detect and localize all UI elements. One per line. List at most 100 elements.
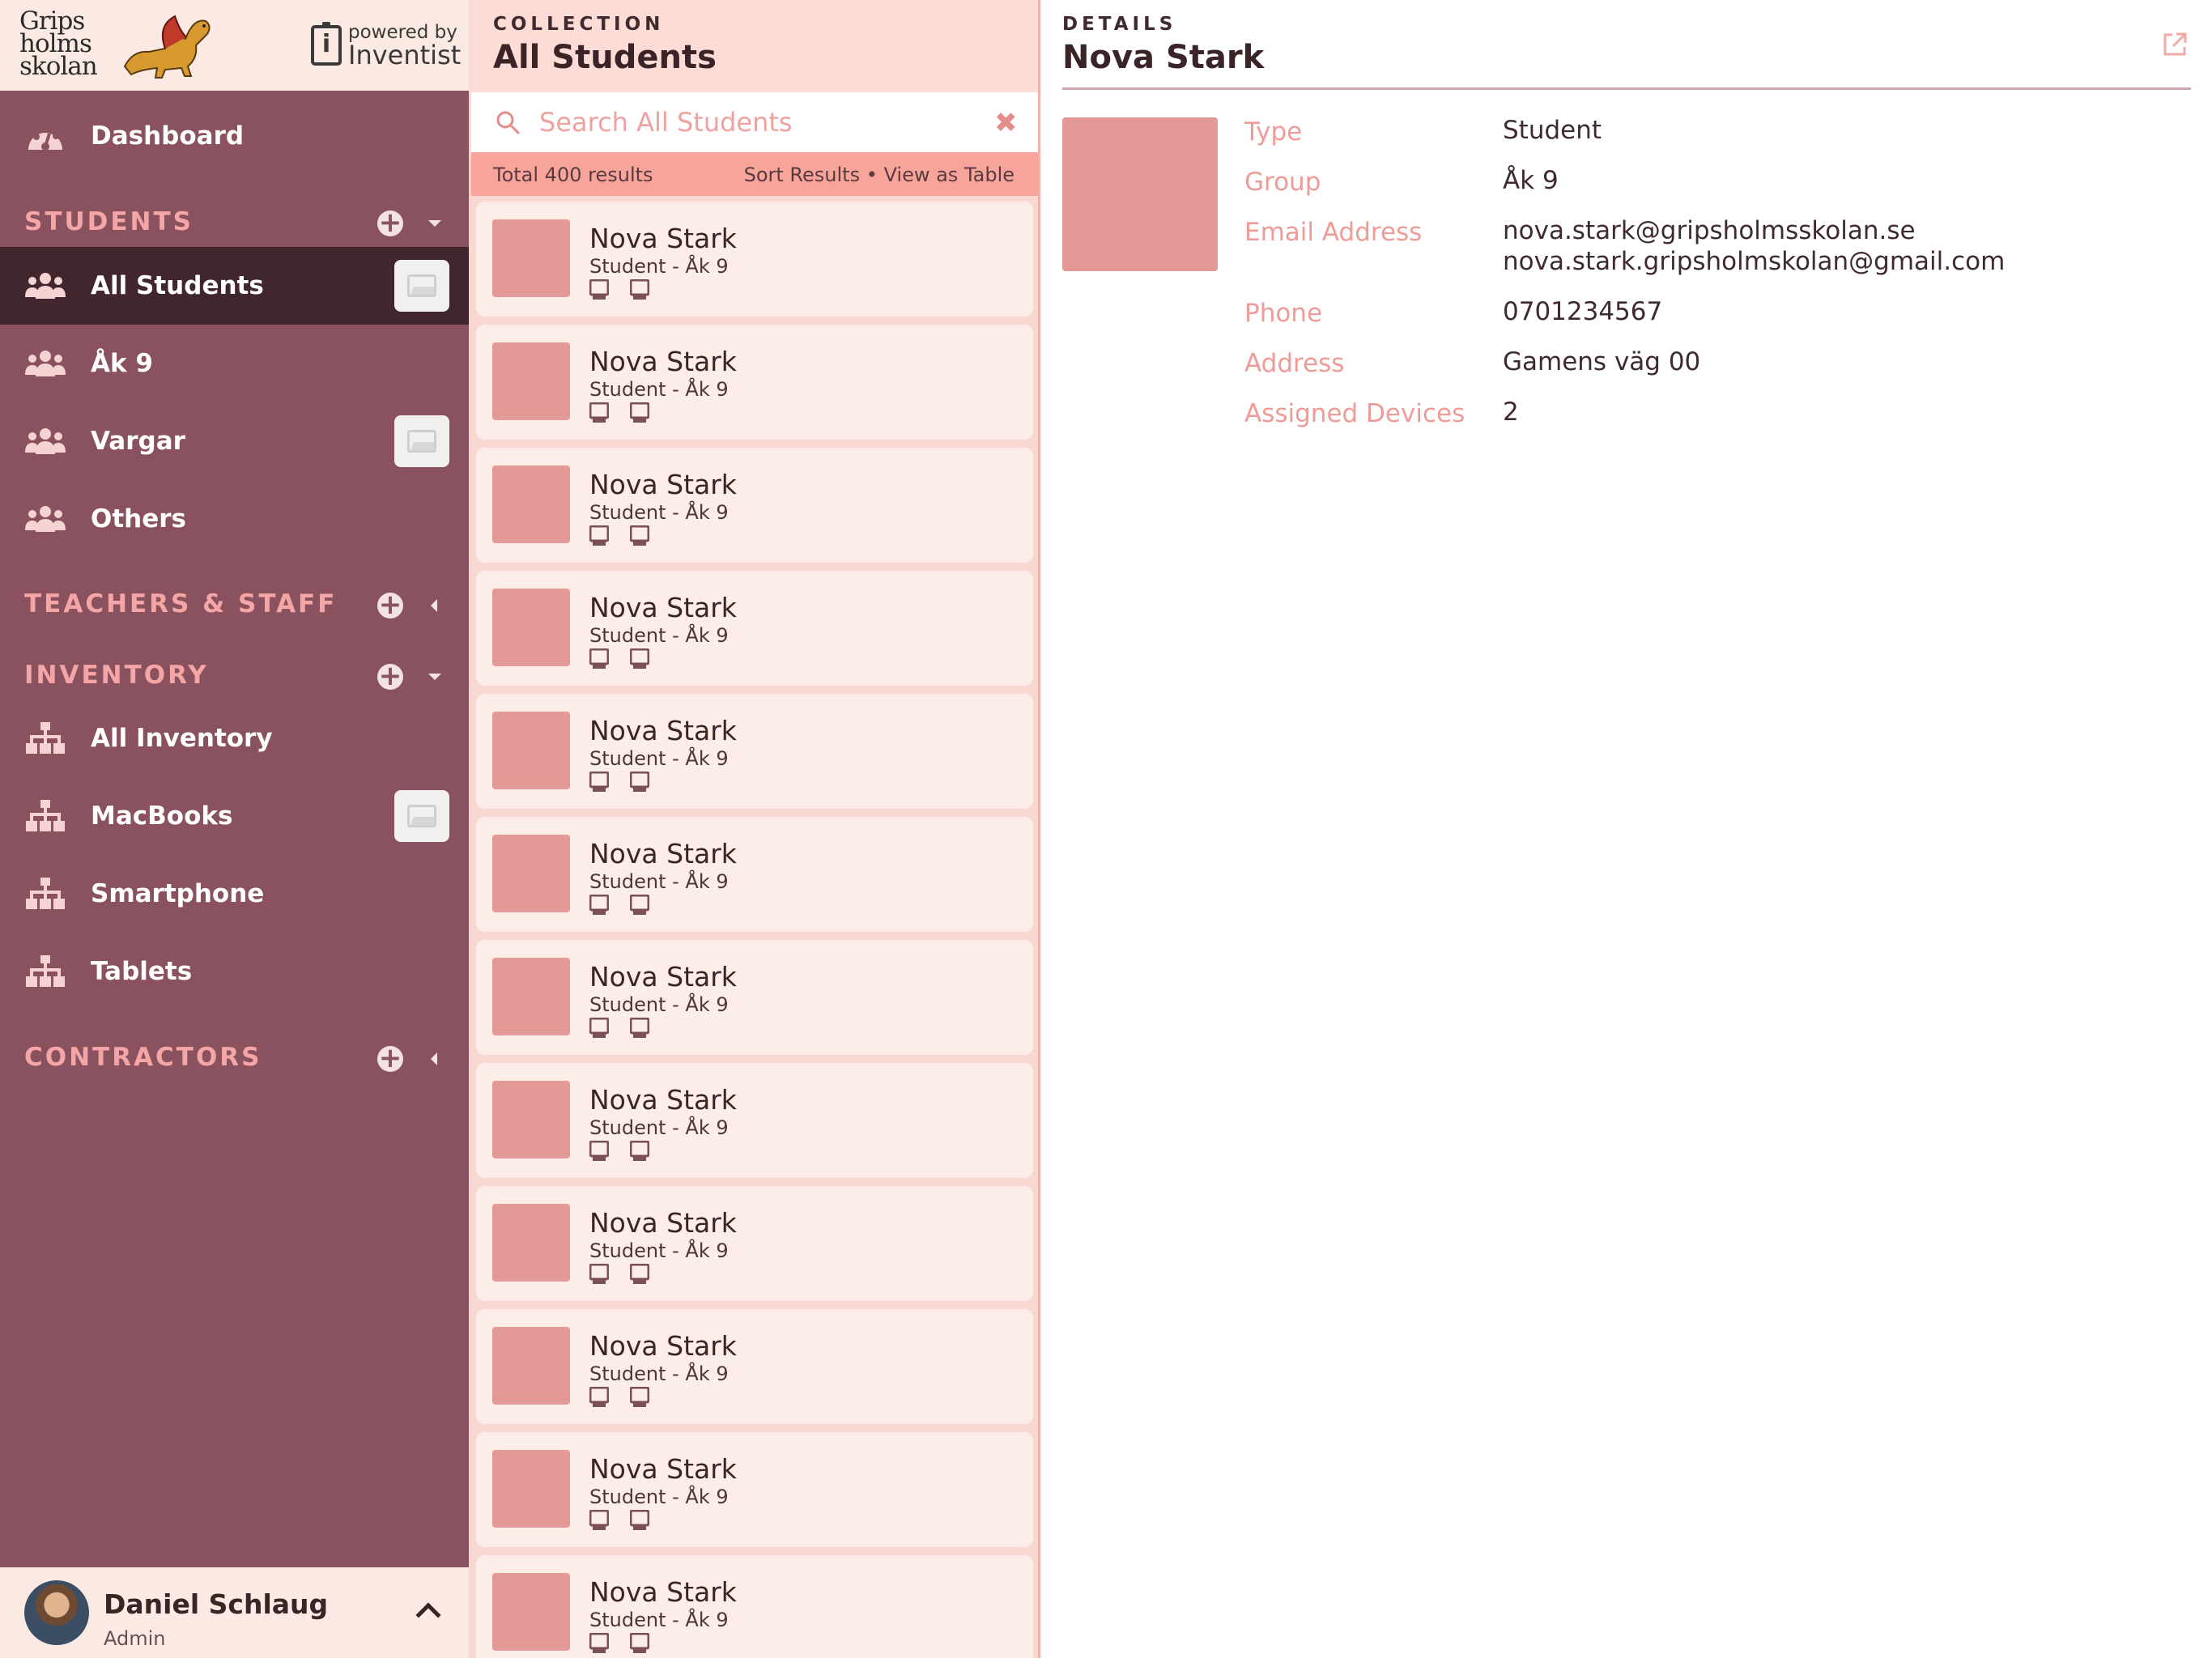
student-name: Nova Stark bbox=[589, 961, 737, 993]
field-type-value: Student bbox=[1503, 116, 1602, 145]
section-inventory[interactable]: INVENTORY + bbox=[0, 653, 469, 701]
details-panel: DETAILS Nova Stark Type Student Group Åk… bbox=[1040, 0, 2212, 1658]
list-item[interactable]: Nova Stark Student - Åk 9 bbox=[476, 1555, 1033, 1658]
device-icon bbox=[589, 1263, 610, 1285]
sidebar-item-all-students[interactable]: All Students bbox=[0, 247, 469, 325]
sidebar-item-smartphone[interactable]: Smartphone bbox=[0, 855, 469, 933]
sitemap-icon bbox=[24, 878, 66, 910]
student-photo bbox=[1062, 117, 1218, 271]
close-icon[interactable]: ✖ bbox=[994, 107, 1018, 139]
list-item[interactable]: Nova Stark Student - Åk 9 bbox=[476, 1309, 1033, 1424]
list-item[interactable]: Nova Stark Student - Åk 9 bbox=[476, 202, 1033, 317]
view-as-table-link[interactable]: View as Table bbox=[884, 164, 1015, 186]
expand-caret-icon[interactable] bbox=[431, 1052, 437, 1065]
device-icon bbox=[589, 894, 610, 916]
section-inventory-label: INVENTORY bbox=[24, 661, 209, 690]
field-email-label: Email Address bbox=[1244, 218, 1423, 247]
student-photo bbox=[492, 1081, 570, 1158]
device-icon bbox=[629, 771, 650, 793]
search-input[interactable] bbox=[539, 104, 960, 141]
user-menu[interactable]: Daniel Schlaug Admin bbox=[0, 1567, 469, 1658]
list-item[interactable]: Nova Stark Student - Åk 9 bbox=[476, 448, 1033, 563]
student-photo bbox=[492, 835, 570, 912]
sidebar-item-label: Smartphone bbox=[91, 879, 265, 908]
sidebar: Grips holms skolan powered by Inventist bbox=[0, 0, 469, 1658]
collapse-caret-icon[interactable] bbox=[428, 674, 441, 680]
student-photo bbox=[492, 1450, 570, 1528]
section-contractors[interactable]: CONTRACTORS + bbox=[0, 1035, 469, 1083]
results-count: Total 400 results bbox=[493, 164, 653, 186]
device-icon bbox=[589, 1386, 610, 1408]
palette-icon bbox=[24, 120, 66, 152]
image-placeholder-icon bbox=[394, 415, 449, 467]
student-photo bbox=[492, 466, 570, 543]
sidebar-item-tablets[interactable]: Tablets bbox=[0, 933, 469, 1010]
collapse-caret-icon[interactable] bbox=[428, 220, 441, 227]
sidebar-item-all-inventory[interactable]: All Inventory bbox=[0, 699, 469, 777]
expand-caret-icon[interactable] bbox=[431, 599, 437, 612]
field-phone-value[interactable]: 0701234567 bbox=[1503, 296, 1662, 327]
sidebar-item-label: All Inventory bbox=[91, 724, 273, 753]
section-teachers-staff[interactable]: TEACHERS & STAFF + bbox=[0, 581, 469, 630]
field-address-value: Gamens väg 00 bbox=[1503, 347, 1701, 376]
student-subtitle: Student - Åk 9 bbox=[589, 1363, 729, 1385]
search-icon bbox=[496, 111, 520, 134]
sidebar-item-label: All Students bbox=[91, 271, 264, 300]
collection-header: COLLECTION All Students bbox=[469, 0, 1040, 92]
details-title: Nova Stark bbox=[1062, 39, 1265, 76]
field-email-value-1[interactable]: nova.stark@gripsholmsskolan.se bbox=[1503, 215, 1916, 246]
add-student-icon[interactable]: + bbox=[377, 209, 403, 236]
device-icon bbox=[629, 1140, 650, 1162]
users-group-icon bbox=[24, 347, 66, 380]
list-item[interactable]: Nova Stark Student - Åk 9 bbox=[476, 694, 1033, 809]
sort-results-link[interactable]: Sort Results bbox=[744, 164, 860, 186]
results-bar: Total 400 results Sort Results • View as… bbox=[471, 152, 1039, 196]
list-item[interactable]: Nova Stark Student - Åk 9 bbox=[476, 1186, 1033, 1301]
add-teacher-icon[interactable]: + bbox=[377, 591, 403, 619]
device-icon bbox=[629, 648, 650, 670]
student-subtitle: Student - Åk 9 bbox=[589, 255, 729, 278]
device-icon bbox=[629, 1509, 650, 1531]
student-subtitle: Student - Åk 9 bbox=[589, 501, 729, 524]
list-item[interactable]: Nova Stark Student - Åk 9 bbox=[476, 1063, 1033, 1178]
sidebar-item-macbooks[interactable]: MacBooks bbox=[0, 777, 469, 855]
nav-dashboard[interactable]: Dashboard bbox=[0, 97, 469, 175]
device-icon bbox=[629, 402, 650, 423]
field-group-value: Åk 9 bbox=[1503, 166, 1559, 195]
student-subtitle: Student - Åk 9 bbox=[589, 1609, 729, 1631]
add-inventory-icon[interactable]: + bbox=[377, 662, 403, 690]
student-name: Nova Stark bbox=[589, 1207, 737, 1239]
section-teachers-label: TEACHERS & STAFF bbox=[24, 589, 338, 619]
list-item[interactable]: Nova Stark Student - Åk 9 bbox=[476, 571, 1033, 686]
users-group-icon bbox=[24, 425, 66, 457]
student-name: Nova Stark bbox=[589, 1576, 737, 1608]
list-item[interactable]: Nova Stark Student - Åk 9 bbox=[476, 1432, 1033, 1547]
sidebar-item-vargar[interactable]: Vargar bbox=[0, 402, 469, 480]
product-name: Inventist bbox=[348, 39, 462, 70]
sidebar-item-ak9[interactable]: Åk 9 bbox=[0, 325, 469, 402]
sidebar-item-label: MacBooks bbox=[91, 801, 233, 831]
section-students[interactable]: STUDENTS + bbox=[0, 199, 469, 248]
list-item[interactable]: Nova Stark Student - Åk 9 bbox=[476, 325, 1033, 440]
list-item[interactable]: Nova Stark Student - Åk 9 bbox=[476, 817, 1033, 932]
field-devices-label: Assigned Devices bbox=[1244, 399, 1465, 428]
device-icon bbox=[589, 525, 610, 546]
chevron-up-icon[interactable] bbox=[415, 1602, 441, 1628]
field-devices-value[interactable]: 2 bbox=[1503, 397, 1519, 427]
inventist-logo-icon bbox=[311, 22, 342, 66]
external-link-icon[interactable] bbox=[2161, 31, 2189, 58]
add-contractor-icon[interactable]: + bbox=[377, 1044, 403, 1072]
field-type-label: Type bbox=[1244, 117, 1303, 147]
sidebar-item-others[interactable]: Others bbox=[0, 480, 469, 558]
school-logo-text[interactable]: Grips holms skolan bbox=[19, 9, 98, 79]
student-photo bbox=[492, 1573, 570, 1651]
list-item[interactable]: Nova Stark Student - Åk 9 bbox=[476, 940, 1033, 1055]
user-role: Admin bbox=[104, 1627, 166, 1650]
image-placeholder-icon bbox=[394, 790, 449, 842]
student-subtitle: Student - Åk 9 bbox=[589, 747, 729, 770]
section-contractors-label: CONTRACTORS bbox=[24, 1043, 262, 1072]
field-email-value-2[interactable]: nova.stark.gripsholmskolan@gmail.com bbox=[1503, 246, 2005, 277]
student-subtitle: Student - Åk 9 bbox=[589, 870, 729, 893]
powered-by-inventist[interactable]: powered by Inventist bbox=[311, 22, 462, 70]
student-subtitle: Student - Åk 9 bbox=[589, 1116, 729, 1139]
